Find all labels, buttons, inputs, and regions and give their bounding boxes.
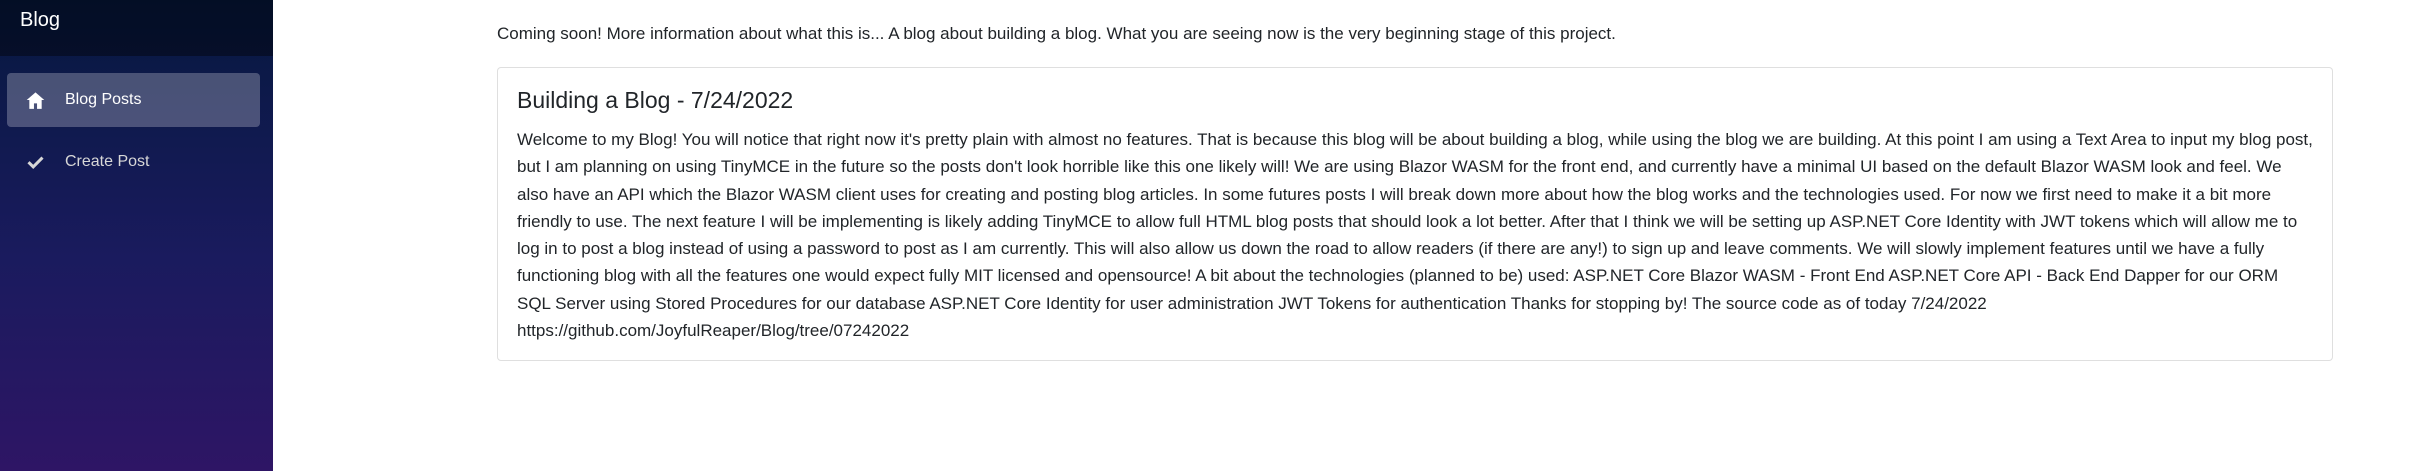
main-content: Coming soon! More information about what… [273,0,2431,471]
intro-text: Coming soon! More information about what… [497,24,1616,43]
home-icon [25,90,45,110]
sidebar-nav: Blog Posts Create Post [0,56,273,189]
check-icon [25,152,45,172]
sidebar-item-label: Blog Posts [65,91,142,108]
sidebar: Blog Blog Posts Create Post [0,0,273,471]
sidebar-item-blog-posts[interactable]: Blog Posts [7,73,260,127]
post-title: Building a Blog - 7/24/2022 [517,87,794,113]
sidebar-header: Blog [0,0,273,56]
sidebar-item-create-post[interactable]: Create Post [7,135,260,189]
blog-post-card: Building a Blog - 7/24/2022 Welcome to m… [497,67,2333,361]
brand-title[interactable]: Blog [20,9,60,32]
post-body: Welcome to my Blog! You will notice that… [517,130,2313,341]
sidebar-item-label: Create Post [65,153,150,170]
